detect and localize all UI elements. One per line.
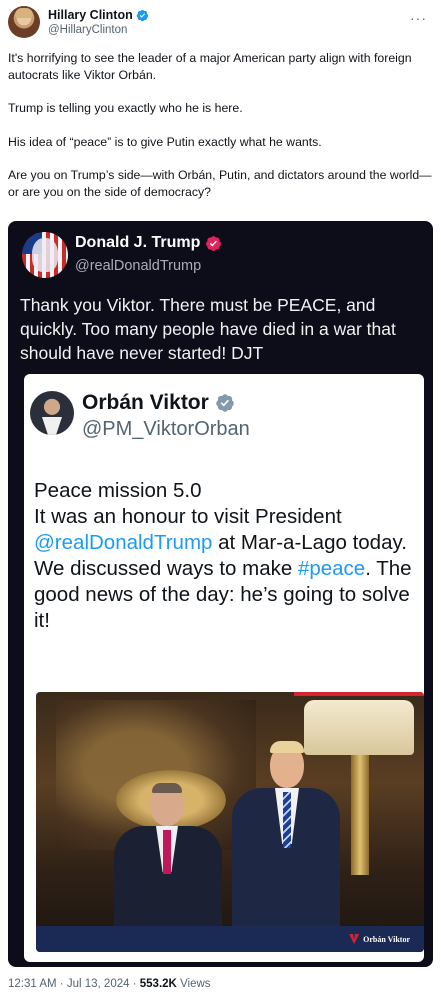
- meta-separator: ·: [59, 978, 64, 990]
- tweet-paragraph: It's horrifying to see the leader of a m…: [8, 51, 412, 82]
- avatar[interactable]: [8, 6, 40, 38]
- embed-author-row: Donald J. Trump: [75, 234, 222, 252]
- author-handle[interactable]: @HillaryClinton: [48, 24, 127, 36]
- tweet-header: Hillary Clinton @HillaryClinton ···: [8, 6, 433, 40]
- tie: [283, 792, 291, 848]
- views-count[interactable]: 553.2K: [140, 978, 177, 990]
- views-label: Views: [180, 978, 211, 990]
- hair: [270, 741, 304, 753]
- person-right: [232, 741, 340, 952]
- author-name-row: Hillary Clinton: [48, 7, 149, 23]
- quoted-text: Peace mission 5.0 It was an honour to vi…: [34, 478, 419, 634]
- verified-badge-icon: [216, 394, 234, 412]
- verified-badge-icon: [206, 235, 222, 251]
- quoted-text-segment: It was an honour to visit President: [34, 505, 342, 528]
- embed-avatar: [22, 232, 68, 278]
- brand-logo-icon: [349, 934, 360, 944]
- tweet-meta: 12:31 AM · Jul 13, 2024 · 553.2K Views: [8, 978, 211, 990]
- embed-author-handle: @realDonaldTrump: [75, 258, 202, 274]
- embed-author-name: Donald J. Trump: [75, 234, 201, 251]
- embed-text: Thank you Viktor. There must be PEACE, a…: [20, 295, 396, 363]
- tweet-paragraph: Trump is telling you exactly who he is h…: [8, 101, 243, 115]
- tweet-time[interactable]: 12:31 AM: [8, 978, 57, 990]
- more-dots-icon[interactable]: ···: [410, 10, 427, 26]
- tweet-paragraph: His idea of “peace” is to give Putin exa…: [8, 134, 322, 149]
- tie: [163, 830, 171, 874]
- quoted-author-handle: @PM_ViktorOrban: [82, 418, 250, 440]
- quoted-avatar: [30, 391, 74, 435]
- tweet-date[interactable]: Jul 13, 2024: [67, 978, 130, 990]
- quoted-post-card: Orbán Viktor @PM_ViktorOrban Peace missi…: [24, 374, 424, 962]
- quoted-author-row: Orbán Viktor: [82, 391, 235, 415]
- photo-accent-bar: [294, 692, 424, 696]
- hashtag-link: #peace: [297, 557, 366, 580]
- verified-badge-icon: [136, 9, 148, 21]
- brand-text: Orbán Viktor: [363, 934, 410, 944]
- hair: [152, 783, 182, 793]
- quoted-author-name: Orbán Viktor: [82, 391, 209, 414]
- embedded-image[interactable]: Donald J. Trump @realDonaldTrump Thank y…: [8, 221, 433, 967]
- meta-separator: ·: [132, 978, 137, 990]
- tweet-text: It's horrifying to see the leader of a m…: [8, 50, 436, 217]
- photo-watermark: Orbán Viktor: [349, 934, 410, 944]
- mention-link: @realDonaldTrump: [34, 531, 213, 554]
- lamp-base: [351, 755, 369, 875]
- tweet-paragraph: Are you on Trump’s side—with Orbán, Puti…: [8, 168, 432, 199]
- quoted-text-line: Peace mission 5.0: [34, 479, 202, 502]
- photo: Orbán Viktor: [36, 692, 424, 952]
- author-name[interactable]: Hillary Clinton: [48, 8, 133, 22]
